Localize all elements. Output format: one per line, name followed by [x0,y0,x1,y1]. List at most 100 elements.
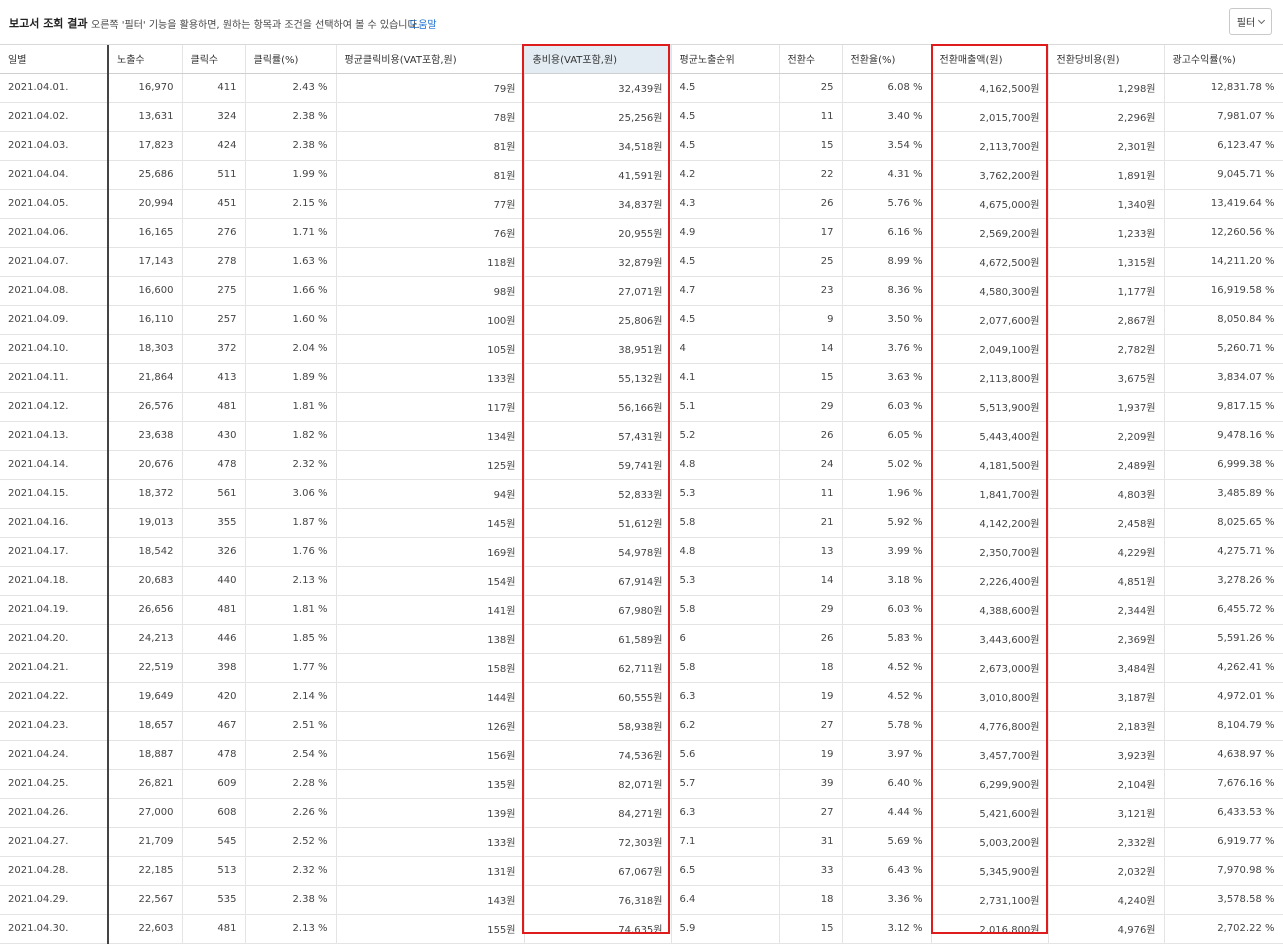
impressions-cell: 18,887 [108,740,183,770]
conversion-revenue-cell: 2,731,100원 [931,885,1049,915]
cost-per-conversion-cell: 1,340원 [1048,189,1165,219]
cost-per-conversion-cell: 3,121원 [1048,798,1165,828]
clicks-cell: 372 [182,334,246,364]
conversion-revenue-cell: 3,443,600원 [931,624,1049,654]
date-cell: 2021.04.14. [0,450,109,480]
page-title: 보고서 조회 결과 [9,17,88,30]
ctr-cell: 2.14 % [245,682,337,712]
roas-column-header[interactable]: 광고수익률(%) [1164,45,1283,74]
cost-per-conversion-cell: 4,229원 [1048,537,1165,567]
conversion-rate-cell: 1.96 % [842,479,932,509]
conversion-revenue-cell: 4,776,800원 [931,711,1049,741]
date-cell: 2021.04.01. [0,73,109,103]
conversions-cell: 19 [779,682,843,712]
date-cell: 2021.04.03. [0,131,109,161]
clicks-cell: 561 [182,479,246,509]
help-link[interactable]: 도움말 [409,16,437,31]
avg-cpc-cell: 76원 [336,218,525,248]
conversion-revenue-cell: 4,142,200원 [931,508,1049,538]
impressions-cell: 16,165 [108,218,183,248]
total-cost-cell: 67,980원 [524,595,672,625]
avg-cpc-cell: 126원 [336,711,525,741]
cost-per-conversion-cell: 1,315원 [1048,247,1165,277]
total-cost-cell: 84,271원 [524,798,672,828]
cost-per-conversion-cell: 3,187원 [1048,682,1165,712]
avg-rank-cell: 6.5 [671,856,780,886]
impressions-cell: 18,542 [108,537,183,567]
impressions-cell: 16,970 [108,73,183,103]
avg-cpc-column-header[interactable]: 평균클릭비용(VAT포함,원) [336,45,525,74]
avg-cpc-cell: 138원 [336,624,525,654]
roas-cell: 9,045.71 % [1164,160,1283,190]
avg-rank-column-header[interactable]: 평균노출순위 [671,45,780,74]
avg-rank-cell: 5.7 [671,769,780,799]
filter-description: 오른쪽 '필터' 기능을 활용하면, 원하는 항목과 조건을 선택하여 볼 수 … [91,20,420,31]
conversion-rate-column-header[interactable]: 전환율(%) [842,45,932,74]
conversion-rate-cell: 4.52 % [842,682,932,712]
date-cell: 2021.04.29. [0,885,109,915]
total-cost-cell: 34,518원 [524,131,672,161]
table-row: 2021.04.29. 22,567 535 2.38 % 143원 76,318원 6.4… [0,885,1283,915]
total-cost-cell: 55,132원 [524,363,672,393]
avg-rank-cell: 5.6 [671,740,780,770]
ctr-cell: 2.32 % [245,856,337,886]
impressions-column-header[interactable]: 노출수 [108,45,183,74]
clicks-cell: 411 [182,73,246,103]
avg-cpc-cell: 156원 [336,740,525,770]
conversions-cell: 25 [779,73,843,103]
cost-per-conversion-column-header[interactable]: 전환당비용(원) [1048,45,1165,74]
roas-cell: 4,638.97 % [1164,740,1283,770]
conversion-revenue-cell: 5,443,400원 [931,421,1049,451]
cost-per-conversion-cell: 1,891원 [1048,160,1165,190]
total-cost-cell: 32,439원 [524,73,672,103]
date-cell: 2021.04.26. [0,798,109,828]
avg-cpc-cell: 81원 [336,160,525,190]
conversion-revenue-cell: 2,113,700원 [931,131,1049,161]
conversion-revenue-cell: 2,569,200원 [931,218,1049,248]
clicks-cell: 420 [182,682,246,712]
date-cell: 2021.04.07. [0,247,109,277]
avg-cpc-cell: 169원 [336,537,525,567]
avg-cpc-cell: 105원 [336,334,525,364]
roas-cell: 8,025.65 % [1164,508,1283,538]
avg-rank-cell: 4.9 [671,218,780,248]
table-row: 2021.04.04. 25,686 511 1.99 % 81원 41,591원 4.2 2… [0,160,1283,190]
impressions-cell: 18,372 [108,479,183,509]
avg-cpc-cell: 135원 [336,769,525,799]
clicks-cell: 326 [182,537,246,567]
conversion-revenue-cell: 3,457,700원 [931,740,1049,770]
roas-cell: 6,433.53 % [1164,798,1283,828]
conversions-cell: 18 [779,885,843,915]
conversion-revenue-cell: 5,421,600원 [931,798,1049,828]
total-cost-cell: 74,536원 [524,740,672,770]
roas-cell: 16,919.58 % [1164,276,1283,306]
conversion-revenue-column-header[interactable]: 전환매출액(원) [931,45,1049,74]
date-cell: 2021.04.28. [0,856,109,886]
clicks-cell: 275 [182,276,246,306]
ctr-cell: 2.43 % [245,73,337,103]
report-table: 일별 노출수 클릭수 클릭률(%) 평균클릭비용(VAT포함,원) 총비용(VAT포함,원… [0,45,1283,944]
date-column-header[interactable]: 일별 [0,45,109,74]
impressions-cell: 18,303 [108,334,183,364]
conversions-cell: 24 [779,450,843,480]
avg-rank-cell: 6.2 [671,711,780,741]
cost-per-conversion-cell: 3,675원 [1048,363,1165,393]
total-cost-column-header[interactable]: 총비용(VAT포함,원) [524,45,672,74]
ctr-cell: 1.87 % [245,508,337,538]
filter-button[interactable]: 필터 [1229,8,1272,35]
cost-per-conversion-cell: 2,301원 [1048,131,1165,161]
clicks-column-header[interactable]: 클릭수 [182,45,246,74]
total-cost-cell: 51,612원 [524,508,672,538]
conversion-rate-cell: 6.43 % [842,856,932,886]
conversions-column-header[interactable]: 전환수 [779,45,843,74]
date-cell: 2021.04.05. [0,189,109,219]
total-cost-cell: 62,711원 [524,653,672,683]
roas-cell: 3,834.07 % [1164,363,1283,393]
total-cost-cell: 61,589원 [524,624,672,654]
roas-cell: 7,676.16 % [1164,769,1283,799]
roas-cell: 6,999.38 % [1164,450,1283,480]
clicks-cell: 355 [182,508,246,538]
ctr-column-header[interactable]: 클릭률(%) [245,45,337,74]
avg-cpc-cell: 144원 [336,682,525,712]
avg-rank-cell: 5.8 [671,595,780,625]
